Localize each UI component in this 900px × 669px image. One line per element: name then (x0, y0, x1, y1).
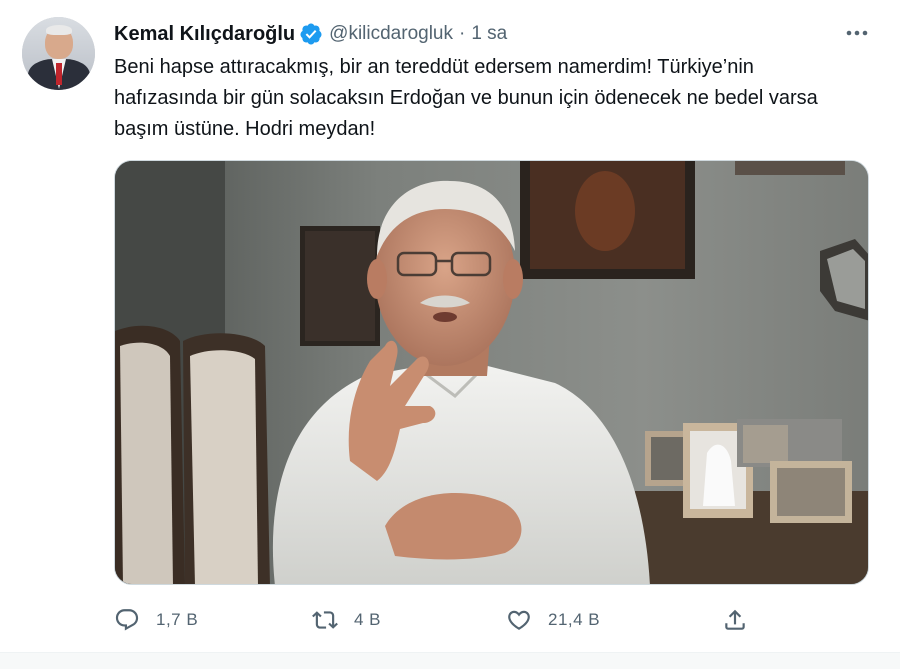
share-icon (725, 609, 745, 630)
heart-icon (508, 610, 530, 630)
header-separator: · (459, 23, 466, 44)
tweet-actions: 1,7 B 4 B 21,4 B (114, 604, 754, 636)
tweet-timestamp[interactable]: 1 sa (471, 23, 507, 45)
reply-button[interactable]: 1,7 B (114, 604, 198, 636)
like-count: 21,4 B (548, 610, 601, 629)
reply-count: 1,7 B (156, 610, 199, 629)
tweet-text: Beni hapse attıracakmış, bir an tereddüt… (114, 56, 818, 140)
timeline-divider (0, 652, 900, 669)
author-handle[interactable]: @kilicdarogluk (329, 23, 453, 45)
retweet-icon (312, 611, 338, 629)
tweet-header: Kemal Kılıçdaroğlu @kilicdarogluk · 1 sa (114, 20, 507, 48)
tweet-video[interactable] (114, 160, 869, 585)
tweet-card[interactable]: Kemal Kılıçdaroğlu @kilicdarogluk · 1 sa… (0, 0, 900, 652)
share-button[interactable] (722, 604, 748, 636)
reply-icon (115, 609, 139, 631)
author-avatar[interactable] (22, 17, 95, 90)
like-button[interactable]: 21,4 B (506, 604, 600, 636)
video-thumbnail (115, 161, 868, 584)
verified-badge-icon (300, 23, 322, 45)
more-dots-icon[interactable] (843, 22, 871, 44)
author-name[interactable]: Kemal Kılıçdaroğlu (114, 23, 295, 46)
retweet-button[interactable]: 4 B (312, 604, 381, 636)
retweet-count: 4 B (354, 610, 382, 629)
